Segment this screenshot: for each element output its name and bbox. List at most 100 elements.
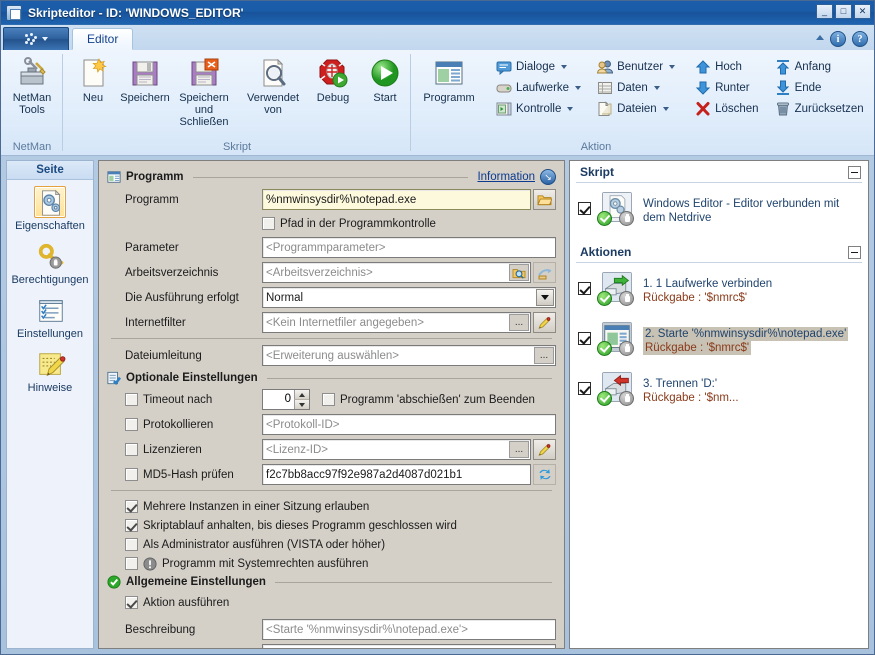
timeout-checkbox[interactable]	[125, 393, 138, 406]
lizenz-ellipsis-button[interactable]: ...	[509, 441, 529, 458]
pencil-edit-icon[interactable]	[533, 312, 556, 333]
script-node-checkbox[interactable]	[578, 202, 591, 215]
row-parameter: Parameter <Programmparameter>	[107, 237, 556, 258]
status-ok-badge-icon	[597, 391, 612, 406]
collapse-ribbon-icon[interactable]	[816, 34, 824, 40]
debug-button[interactable]: Debug	[307, 54, 359, 107]
ausfuehrung-select[interactable]: Normal	[262, 287, 556, 308]
collapse-script-section-icon[interactable]	[848, 165, 861, 179]
ausfuehrung-value: Normal	[266, 291, 304, 304]
lizenz-id-input[interactable]: <Lizenz-ID>	[266, 444, 509, 456]
optional-settings-icon	[107, 371, 121, 385]
refresh-sync-icon[interactable]	[533, 464, 556, 485]
program-button[interactable]: Programm	[415, 54, 483, 107]
application-menu-button[interactable]	[3, 27, 69, 50]
action-checkbox[interactable]	[578, 332, 591, 345]
action-node-3[interactable]: 3. Trennen 'D:' Rückgabe : '$nm...	[570, 367, 868, 417]
timeout-value[interactable]: 0	[263, 390, 294, 409]
dateiumleitung-ellipsis-button[interactable]: ...	[534, 347, 554, 364]
help-icon[interactable]: ?	[852, 31, 868, 47]
dateien-button[interactable]: Dateien	[594, 99, 680, 119]
divider	[111, 338, 552, 339]
protokollieren-checkbox[interactable]	[125, 418, 138, 431]
action-checkbox[interactable]	[578, 282, 591, 295]
aktion-ausfuehren-checkbox[interactable]	[125, 596, 138, 609]
row-rueckgabevariable: Rückgabevariable <$nmrc$>	[107, 644, 556, 648]
start-button[interactable]: Start	[359, 54, 411, 107]
information-link[interactable]: Information	[477, 171, 535, 183]
used-by-button[interactable]: Verwendet von	[247, 54, 299, 119]
spinner-down-button[interactable]	[294, 400, 309, 409]
dialoge-button[interactable]: Dialoge	[493, 57, 586, 77]
md5-hash-input[interactable]: f2c7bb8acc97f92e987a2d4087d021b1	[262, 464, 531, 485]
mehrere-instanzen-checkbox[interactable]	[125, 500, 138, 513]
anfang-button[interactable]: Anfang	[772, 57, 869, 77]
hoch-button[interactable]: Hoch	[692, 57, 763, 77]
ende-button[interactable]: Ende	[772, 78, 869, 98]
programm-input[interactable]: %nmwinsysdir%\notepad.exe	[262, 189, 531, 210]
timeout-spinner-arrows[interactable]	[294, 390, 309, 409]
systemrechte-checkbox[interactable]	[125, 557, 138, 570]
save-and-close-button[interactable]: Speichern und Schließen	[171, 54, 237, 131]
pencil-edit-icon[interactable]	[533, 439, 556, 460]
arbeitsverzeichnis-label: Arbeitsverzeichnis	[125, 266, 219, 279]
close-button[interactable]: ✕	[854, 4, 871, 19]
folder-open-icon[interactable]	[533, 189, 556, 210]
insert-variable-icon[interactable]	[533, 262, 556, 283]
skriptablauf-anhalten-checkbox[interactable]	[125, 519, 138, 532]
loeschen-button[interactable]: Löschen	[692, 99, 763, 119]
info-icon[interactable]: i	[830, 31, 846, 47]
md5-hash-checkbox[interactable]	[125, 468, 138, 481]
folder-search-icon[interactable]	[509, 264, 529, 281]
timeout-spinner[interactable]: 0	[262, 389, 310, 410]
netman-tools-button[interactable]: NetMan Tools	[1, 54, 63, 119]
daten-button[interactable]: Daten	[594, 78, 680, 98]
spinner-up-button[interactable]	[294, 390, 309, 400]
systemrechte-label: Programm mit Systemrechten ausführen	[162, 557, 369, 570]
move-to-bottom-icon	[775, 80, 791, 96]
row-protokollieren: Protokollieren <Protokoll-ID>	[107, 414, 556, 435]
lock-badge-icon	[619, 291, 634, 306]
kill-program-checkbox[interactable]	[322, 393, 335, 406]
internetfilter-ellipsis-button[interactable]: ...	[509, 314, 529, 331]
chevron-down-icon[interactable]	[536, 289, 554, 306]
internetfilter-input[interactable]: <Kein Internetfiler angegeben>	[266, 317, 509, 329]
status-ok-badge-icon	[597, 291, 612, 306]
als-administrator-label: Als Administrator ausführen (VISTA oder …	[143, 538, 386, 551]
sidebar-item-einstellungen[interactable]: Einstellungen	[7, 288, 93, 342]
maximize-button[interactable]: □	[835, 4, 852, 19]
kontrolle-button[interactable]: Kontrolle	[493, 99, 586, 119]
als-administrator-checkbox[interactable]	[125, 538, 138, 551]
tab-editor[interactable]: Editor	[72, 28, 134, 50]
new-button[interactable]: Neu	[67, 54, 119, 107]
save-button[interactable]: Speichern	[119, 54, 171, 107]
rueckgabevariable-input[interactable]: <$nmrc$>	[262, 644, 556, 648]
zuruecksetzen-button[interactable]: Zurücksetzen	[772, 99, 869, 119]
script-root-node[interactable]: Windows Editor - Editor verbunden mit de…	[570, 187, 868, 237]
action-node-1[interactable]: 1. 1 Laufwerke verbinden Rückgabe : '$nm…	[570, 267, 868, 317]
sidebar-item-eigenschaften[interactable]: Eigenschaften	[7, 180, 93, 234]
parameter-input[interactable]: <Programmparameter>	[262, 237, 556, 258]
permissions-key-icon	[34, 240, 66, 272]
beschreibung-input[interactable]: <Starte '%nmwinsysdir%\notepad.exe'>	[262, 619, 556, 640]
sidebar-item-berechtigungen[interactable]: Berechtigungen	[7, 234, 93, 288]
script-tree-panel: Skript Windows Editor - Editor verbunden…	[569, 160, 869, 649]
loeschen-label: Löschen	[715, 103, 759, 115]
protokoll-id-input[interactable]: <Protokoll-ID>	[262, 414, 556, 435]
laufwerke-button[interactable]: Laufwerke	[493, 78, 586, 98]
sidebar-item-hinweise[interactable]: Hinweise	[7, 342, 93, 396]
arbeitsverzeichnis-input[interactable]: <Arbeitsverzeichnis>	[266, 267, 509, 279]
collapse-arrow-icon[interactable]: ↘	[540, 169, 556, 185]
runter-button[interactable]: Runter	[692, 78, 763, 98]
minimize-button[interactable]: _	[816, 4, 833, 19]
ribbon-tab-bar: Editor i ?	[1, 25, 874, 50]
lizenzieren-checkbox[interactable]	[125, 443, 138, 456]
benutzer-button[interactable]: Benutzer	[594, 57, 680, 77]
dateiumleitung-input[interactable]: <Erweiterung auswählen>	[266, 350, 534, 362]
chevron-down-icon	[575, 86, 582, 90]
pfad-in-programmkontrolle-checkbox[interactable]	[262, 217, 275, 230]
action-checkbox[interactable]	[578, 382, 591, 395]
collapse-actions-section-icon[interactable]	[848, 245, 861, 259]
save-button-label: Speichern	[120, 92, 170, 104]
action-node-2[interactable]: 2. Starte '%nmwinsysdir%\notepad.exe' Rü…	[570, 317, 868, 367]
